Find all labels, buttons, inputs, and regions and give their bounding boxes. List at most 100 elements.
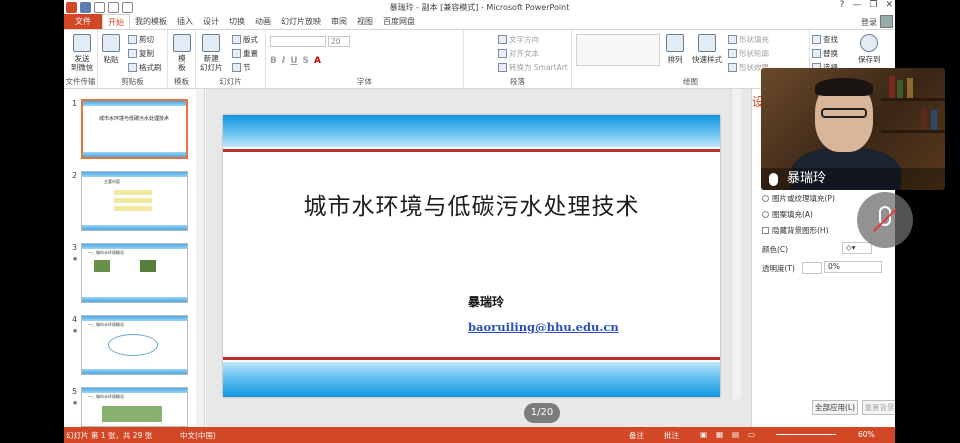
comments-button[interactable]: 批注 bbox=[664, 430, 679, 441]
shape-fill-label: 形状填充 bbox=[739, 35, 769, 44]
zoom-slider[interactable] bbox=[776, 434, 836, 435]
tab-my-templates[interactable]: 我的模板 bbox=[130, 14, 172, 29]
mute-microphone-button[interactable] bbox=[857, 192, 913, 248]
tab-insert[interactable]: 插入 bbox=[172, 14, 198, 29]
shapes-gallery[interactable] bbox=[576, 34, 660, 66]
avatar[interactable] bbox=[880, 15, 893, 28]
normal-view-icon[interactable]: ▣ bbox=[700, 430, 707, 439]
save-to-button[interactable]: 保存到 bbox=[858, 34, 881, 65]
text-direction-button[interactable]: 文字方向 bbox=[498, 34, 539, 45]
reset-background-button[interactable]: 重置背景(B) bbox=[862, 400, 895, 415]
redo-icon[interactable] bbox=[108, 1, 119, 13]
tab-review[interactable]: 审阅 bbox=[326, 14, 352, 29]
notes-button[interactable]: 备注 bbox=[629, 430, 644, 441]
tab-baidu-netdisk[interactable]: 百度网盘 bbox=[378, 14, 420, 29]
send-to-wechat-button[interactable]: 发送 到微信 bbox=[68, 34, 96, 72]
text-direction-label: 文字方向 bbox=[509, 35, 539, 44]
minimize-button[interactable]: — bbox=[852, 0, 861, 10]
slideshow-view-icon[interactable]: ▭ bbox=[748, 430, 755, 439]
section-button[interactable]: 节 bbox=[232, 62, 251, 73]
slide-email[interactable]: baoruiling@hhu.edu.cn bbox=[468, 320, 619, 334]
book bbox=[907, 78, 913, 98]
thumbnail-scrollbar[interactable] bbox=[196, 89, 204, 427]
arrange-button[interactable]: 排列 bbox=[666, 34, 684, 65]
strikethrough-button[interactable]: S bbox=[303, 56, 309, 66]
restore-button[interactable]: ❐ bbox=[869, 0, 877, 10]
slide-thumbnails-pane[interactable]: 1 城市水环境与低碳污水处理技术 2 主要内容 3 ★ 一、城市水环境概况 4 … bbox=[64, 89, 205, 427]
thumbnail-slide-3[interactable]: 一、城市水环境概况 bbox=[81, 243, 188, 303]
underline-button[interactable]: U bbox=[290, 56, 297, 66]
group-label: 模板 bbox=[174, 77, 189, 86]
thumb-number: 1 bbox=[72, 99, 78, 108]
reading-view-icon[interactable]: ▤ bbox=[732, 430, 739, 439]
transparency-input[interactable]: 0% bbox=[824, 261, 882, 273]
bold-button[interactable]: B bbox=[270, 56, 277, 66]
thumb-diagram bbox=[108, 334, 158, 356]
format-painter-button[interactable]: 格式刷 bbox=[128, 62, 162, 73]
language-indicator[interactable]: 中文(中国) bbox=[180, 430, 216, 441]
thumb-title: 一、城市水环境概况 bbox=[88, 394, 124, 399]
new-slide-button[interactable]: 新建 幻灯片 bbox=[200, 34, 223, 72]
video-call-thumbnail[interactable]: 暴瑞玲 bbox=[761, 68, 945, 190]
slide-bottom-rule bbox=[223, 357, 720, 360]
font-color-icon[interactable]: A bbox=[314, 56, 321, 66]
slide-title[interactable]: 城市水环境与低碳污水处理技术 bbox=[223, 187, 720, 221]
slide-editor[interactable]: 城市水环境与低碳污水处理技术 暴瑞玲 baoruiling@hhu.edu.cn… bbox=[206, 89, 790, 427]
color-picker[interactable]: ◇▾ bbox=[842, 242, 872, 254]
thumbnail-slide-5[interactable]: 一、城市水环境概况 bbox=[81, 387, 188, 427]
help-button[interactable]: ? bbox=[840, 0, 845, 10]
zoom-level[interactable]: 60% bbox=[858, 430, 875, 439]
quick-styles-button[interactable]: 快速样式 bbox=[692, 34, 722, 65]
thumbnail-slide-1[interactable]: 城市水环境与低碳污水处理技术 bbox=[81, 99, 188, 159]
tab-home[interactable]: 开始 bbox=[102, 14, 130, 29]
italic-button[interactable]: I bbox=[282, 56, 285, 66]
apply-all-button[interactable]: 全部应用(L) bbox=[812, 400, 858, 415]
format-painter-label: 格式刷 bbox=[139, 63, 162, 72]
thumbnail-slide-4[interactable]: 一、城市水环境概况 bbox=[81, 315, 188, 375]
tab-view[interactable]: 视图 bbox=[352, 14, 378, 29]
group-label: 段落 bbox=[510, 77, 525, 86]
convert-smartart-button[interactable]: 转换为 SmartArt bbox=[498, 62, 568, 73]
pattern-fill-option[interactable]: 图案填充(A) bbox=[762, 209, 813, 220]
save-icon[interactable] bbox=[80, 1, 91, 13]
close-button[interactable]: ✕ bbox=[885, 0, 893, 10]
option-label: 图案填充(A) bbox=[772, 210, 813, 219]
template-button[interactable]: 模 板 bbox=[173, 34, 191, 72]
copy-button[interactable]: 复制 bbox=[128, 48, 154, 59]
tab-animations[interactable]: 动画 bbox=[250, 14, 276, 29]
slideshow-icon[interactable] bbox=[122, 1, 133, 13]
login-link[interactable]: 登录 bbox=[861, 17, 877, 28]
shape-outline-button[interactable]: 形状轮廓 bbox=[728, 48, 769, 59]
hide-background-option[interactable]: 隐藏背景图形(H) bbox=[762, 225, 829, 236]
font-name-field[interactable] bbox=[270, 36, 326, 47]
shape-fill-button[interactable]: 形状填充 bbox=[728, 34, 769, 45]
tab-design[interactable]: 设计 bbox=[198, 14, 224, 29]
undo-icon[interactable] bbox=[94, 1, 105, 13]
slide-canvas[interactable]: 城市水环境与低碳污水处理技术 暴瑞玲 baoruiling@hhu.edu.cn bbox=[223, 115, 720, 397]
sorter-view-icon[interactable]: ▦ bbox=[716, 430, 723, 439]
book bbox=[889, 76, 895, 98]
find-button[interactable]: 查找 bbox=[812, 34, 838, 45]
align-text-button[interactable]: 对齐文本 bbox=[498, 48, 539, 59]
thumb-number: 4 bbox=[72, 315, 78, 324]
group-label: 文件传输 bbox=[65, 77, 96, 86]
font-size-field[interactable]: 20 bbox=[328, 36, 350, 47]
thumbnail-slide-2[interactable]: 主要内容 bbox=[81, 171, 188, 231]
replace-button[interactable]: 替换 bbox=[812, 48, 838, 59]
transparency-slider[interactable] bbox=[802, 262, 822, 274]
tab-transitions[interactable]: 切换 bbox=[224, 14, 250, 29]
picture-texture-fill-option[interactable]: 图片或纹理填充(P) bbox=[762, 193, 835, 204]
tab-slideshow[interactable]: 幻灯片放映 bbox=[276, 14, 326, 29]
arrange-icon bbox=[666, 34, 684, 52]
thumb-band bbox=[82, 297, 187, 302]
paste-button[interactable]: 粘贴 bbox=[102, 34, 120, 65]
bookshelf-shelf bbox=[881, 130, 945, 133]
reset-button[interactable]: 重置 bbox=[232, 48, 258, 59]
slide-author[interactable]: 暴瑞玲 bbox=[468, 293, 504, 310]
tab-file[interactable]: 文件 bbox=[64, 14, 102, 29]
window-controls: ? — ❐ ✕ bbox=[840, 0, 893, 10]
option-label: 图片或纹理填充(P) bbox=[772, 194, 835, 203]
cut-button[interactable]: 剪切 bbox=[128, 34, 154, 45]
editor-scrollbar[interactable] bbox=[731, 89, 741, 399]
layout-button[interactable]: 版式 bbox=[232, 34, 258, 45]
